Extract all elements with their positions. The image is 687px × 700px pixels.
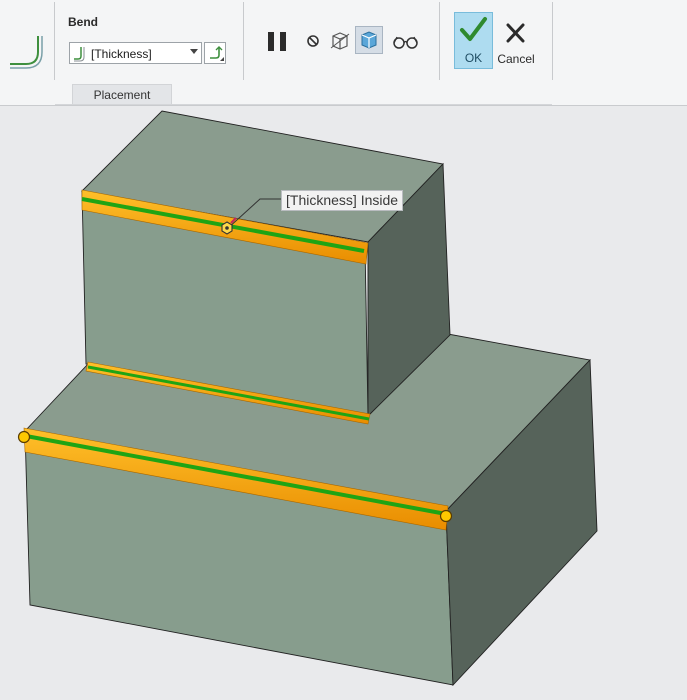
flip-direction-icon bbox=[210, 46, 224, 61]
bend-radius-icon bbox=[73, 46, 89, 62]
edge-endpoint-handle bbox=[439, 509, 453, 523]
upper-block[interactable] bbox=[81, 110, 451, 418]
bend-feature-icon[interactable] bbox=[8, 34, 44, 70]
pause-button[interactable] bbox=[265, 28, 291, 54]
thickness-combo-value: [Thickness] bbox=[91, 47, 152, 61]
pause-icon bbox=[268, 32, 274, 51]
no-preview-icon bbox=[307, 35, 319, 47]
close-icon bbox=[506, 23, 525, 43]
dimension-label[interactable]: [Thickness] Inside bbox=[281, 190, 404, 211]
verify-mode-button[interactable] bbox=[355, 26, 383, 54]
thickness-combo[interactable]: [Thickness] bbox=[69, 42, 202, 64]
preview-geometry-icon bbox=[330, 32, 350, 50]
preview-geometry-button[interactable] bbox=[327, 28, 353, 54]
cancel-button[interactable]: Cancel bbox=[496, 12, 536, 69]
ribbon-toolbar: Bend [Thickness] OK Cancel Placement bbox=[0, 0, 687, 106]
cancel-label: Cancel bbox=[497, 52, 535, 66]
ribbon-separator bbox=[243, 2, 244, 80]
tab-strip bbox=[55, 104, 552, 105]
flip-direction-button[interactable] bbox=[204, 42, 226, 64]
edge-endpoint-handle bbox=[17, 430, 31, 444]
ribbon-separator bbox=[54, 2, 55, 80]
glasses-icon bbox=[393, 36, 418, 49]
tab-placement[interactable]: Placement bbox=[72, 84, 172, 105]
graphics-window[interactable]: [Thickness] Inside bbox=[0, 106, 687, 695]
ok-label: OK bbox=[464, 51, 483, 65]
ribbon-separator bbox=[552, 2, 553, 80]
ribbon-separator bbox=[439, 2, 440, 80]
group-title: Bend bbox=[68, 15, 98, 29]
ok-button[interactable]: OK bbox=[454, 12, 493, 69]
check-icon bbox=[460, 17, 487, 41]
glasses-button[interactable] bbox=[391, 28, 421, 54]
chevron-down-icon[interactable] bbox=[190, 49, 198, 54]
verify-mode-icon bbox=[361, 31, 377, 49]
no-preview-button[interactable] bbox=[300, 28, 326, 54]
